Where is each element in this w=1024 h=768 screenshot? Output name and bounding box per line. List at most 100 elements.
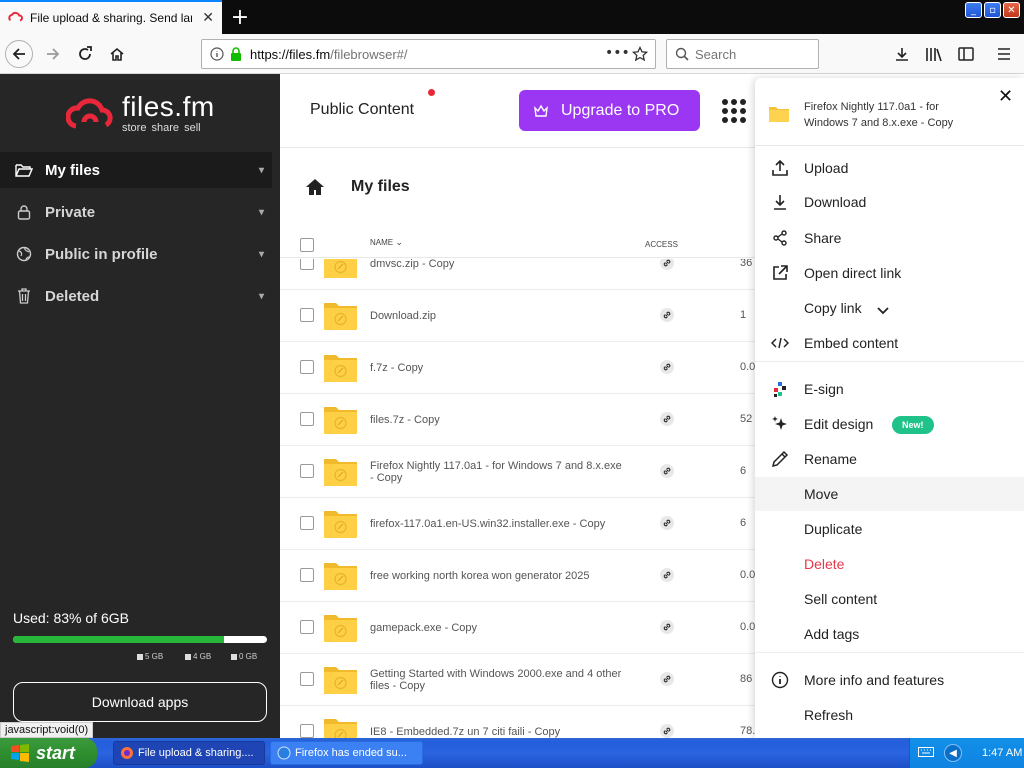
browser-tab[interactable]: File upload & sharing. Send large f ✕ (0, 0, 222, 34)
file-name[interactable]: f.7z - Copy (370, 342, 628, 394)
maximize-button[interactable]: ▫ (984, 2, 1001, 18)
menu-item-more-info-and-features[interactable]: More info and features (755, 663, 1024, 697)
sidebar-item-deleted[interactable]: Deleted ▾ (0, 278, 272, 314)
home-button[interactable] (102, 39, 132, 69)
file-row[interactable]: Firefox Nightly 117.0a1 - for Windows 7 … (280, 446, 755, 498)
menu-item-open-direct-link[interactable]: Open direct link (755, 256, 1024, 290)
file-name[interactable]: Download.zip (370, 290, 628, 342)
public-content-link[interactable]: Public Content (310, 101, 414, 119)
volume-icon[interactable]: ◀ (944, 744, 962, 762)
file-name[interactable]: firefox-117.0a1.en-US.win32.installer.ex… (370, 498, 628, 550)
search-bar[interactable] (666, 39, 819, 69)
brand-tagline: store share sell (122, 122, 201, 134)
row-checkbox[interactable] (300, 412, 314, 426)
link-icon[interactable] (660, 672, 674, 686)
link-icon[interactable] (660, 516, 674, 530)
keyboard-icon[interactable] (918, 746, 934, 760)
menu-item-upload[interactable]: Upload (755, 151, 1024, 185)
file-row[interactable]: f.7z - Copy 0.0 (280, 342, 755, 394)
link-icon[interactable] (660, 360, 674, 374)
menu-item-embed-content[interactable]: Embed content (755, 326, 1024, 360)
file-name[interactable]: free working north korea won generator 2… (370, 550, 628, 602)
menu-item-e-sign[interactable]: E-sign (755, 372, 1024, 406)
menu-item-copy-link[interactable]: Copy link (755, 291, 1024, 325)
link-icon[interactable] (660, 259, 674, 270)
taskbar-item-crash-reporter[interactable]: Firefox has ended su... (270, 741, 423, 765)
home-icon[interactable] (305, 178, 325, 196)
row-checkbox[interactable] (300, 464, 314, 478)
menu-item-refresh[interactable]: Refresh (755, 698, 1024, 732)
sidebar-toggle-icon[interactable] (956, 44, 976, 64)
file-row[interactable]: Download.zip 1 (280, 290, 755, 342)
notification-dot (428, 89, 435, 96)
row-checkbox[interactable] (300, 516, 314, 530)
tab-close-icon[interactable]: ✕ (202, 10, 214, 26)
link-icon[interactable] (660, 620, 674, 634)
close-window-button[interactable]: ✕ (1003, 2, 1020, 18)
select-all-checkbox[interactable] (300, 238, 314, 252)
upgrade-to-pro-button[interactable]: Upgrade to PRO (519, 90, 700, 131)
file-name[interactable]: gamepack.exe - Copy (370, 602, 628, 654)
file-name[interactable]: Firefox Nightly 117.0a1 - for Windows 7 … (370, 446, 628, 498)
menu-item-move[interactable]: Move (755, 477, 1024, 511)
downloads-icon[interactable] (892, 44, 912, 64)
row-checkbox[interactable] (300, 672, 314, 686)
folder-icon (324, 456, 357, 486)
new-tab-button[interactable]: + (226, 3, 254, 31)
menu-item-share[interactable]: Share (755, 221, 1024, 255)
files-fm-logo[interactable]: files.fm store share sell (66, 93, 215, 134)
page-actions-icon[interactable]: ••• (605, 45, 630, 61)
search-input[interactable] (695, 46, 805, 62)
menu-item-sell-content[interactable]: Sell content (755, 582, 1024, 616)
file-row[interactable]: Getting Started with Windows 2000.exe an… (280, 654, 755, 706)
menu-item-edit-design[interactable]: Edit design New! (755, 407, 1024, 441)
file-name[interactable]: IE8 - Embedded.7z un 7 citi faili - Copy (370, 706, 628, 738)
minimize-button[interactable]: _ (965, 2, 982, 18)
link-icon[interactable] (660, 412, 674, 426)
row-checkbox[interactable] (300, 568, 314, 582)
file-row[interactable]: firefox-117.0a1.en-US.win32.installer.ex… (280, 498, 755, 550)
row-checkbox[interactable] (300, 308, 314, 322)
back-button[interactable] (4, 39, 34, 69)
link-icon[interactable] (660, 308, 674, 322)
menu-item-duplicate[interactable]: Duplicate (755, 512, 1024, 546)
file-row[interactable]: IE8 - Embedded.7z un 7 citi faili - Copy… (280, 706, 755, 738)
name-column-header[interactable]: NAME ⌄ (370, 237, 403, 248)
forward-button[interactable] (38, 39, 68, 69)
row-checkbox[interactable] (300, 620, 314, 634)
folder-icon (324, 300, 357, 330)
file-row[interactable]: files.7z - Copy 52 (280, 394, 755, 446)
row-checkbox[interactable] (300, 259, 314, 270)
sidebar-item-my-files[interactable]: My files ▾ (0, 152, 272, 188)
sidebar-item-public-in-profile[interactable]: Public in profile ▾ (0, 236, 272, 272)
row-checkbox[interactable] (300, 724, 314, 738)
menu-item-label: Refresh (804, 707, 854, 723)
info-icon[interactable] (210, 47, 224, 61)
link-icon[interactable] (660, 724, 674, 738)
library-icon[interactable] (924, 44, 944, 64)
sidebar-item-private[interactable]: Private ▾ (0, 194, 272, 230)
download-apps-button[interactable]: Download apps (13, 682, 267, 722)
upgrade-label: Upgrade to PRO (561, 101, 680, 119)
file-name[interactable]: Getting Started with Windows 2000.exe an… (370, 654, 628, 706)
file-row[interactable]: gamepack.exe - Copy 0.0 (280, 602, 755, 654)
file-name[interactable]: dmvsc.zip - Copy (370, 259, 628, 290)
menu-item-rename[interactable]: Rename (755, 442, 1024, 476)
hamburger-menu-icon[interactable] (994, 44, 1014, 64)
bookmark-star-icon[interactable] (632, 46, 648, 62)
link-icon[interactable] (660, 568, 674, 582)
taskbar-item-firefox[interactable]: File upload & sharing.... (113, 741, 265, 765)
link-icon[interactable] (660, 464, 674, 478)
reload-button[interactable] (70, 39, 100, 69)
close-icon[interactable]: ✕ (998, 86, 1013, 107)
start-button[interactable]: start (0, 738, 97, 768)
menu-item-add-tags[interactable]: Add tags (755, 617, 1024, 651)
row-checkbox[interactable] (300, 360, 314, 374)
address-bar[interactable]: https://files.fm/filebrowser#/ ••• (201, 39, 656, 69)
menu-item-download[interactable]: Download (755, 185, 1024, 219)
menu-item-delete[interactable]: Delete (755, 547, 1024, 581)
apps-grid-icon[interactable] (722, 99, 746, 123)
file-name[interactable]: files.7z - Copy (370, 394, 628, 446)
file-row[interactable]: dmvsc.zip - Copy 36 (280, 259, 755, 290)
file-row[interactable]: free working north korea won generator 2… (280, 550, 755, 602)
